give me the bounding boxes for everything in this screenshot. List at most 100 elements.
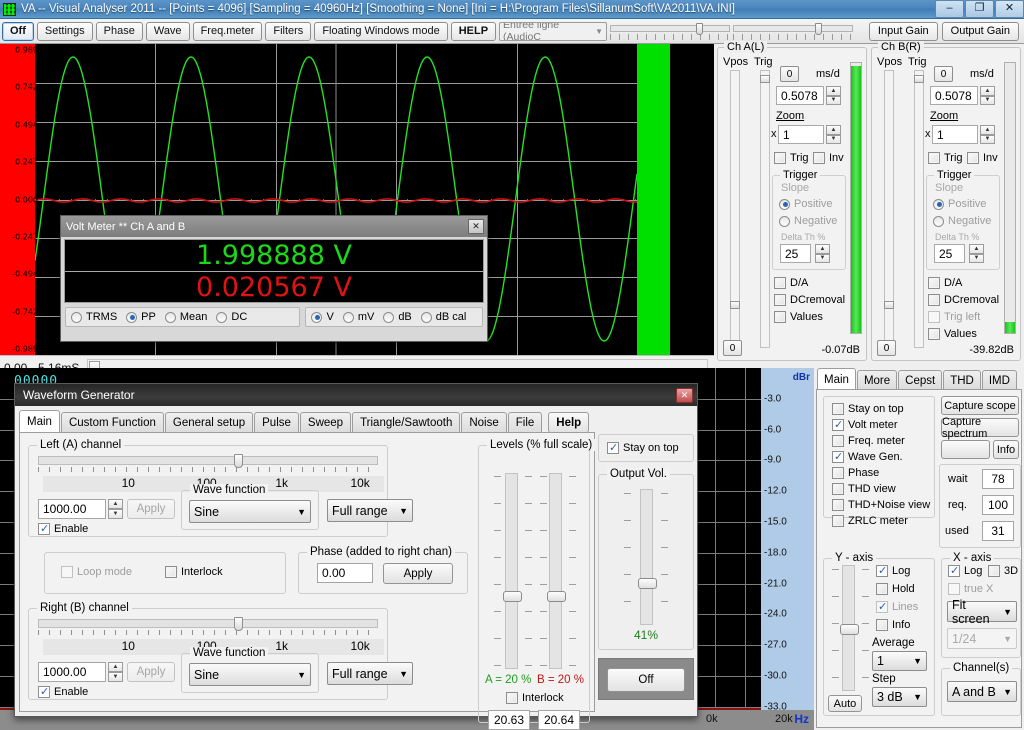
channel-a-slope-positive[interactable]: Positive xyxy=(779,198,833,210)
x-axis-truex-checkbox[interactable]: true X xyxy=(948,583,993,595)
slider-thumb[interactable] xyxy=(637,578,657,590)
slider-thumb[interactable] xyxy=(914,75,924,83)
tab-more[interactable]: More xyxy=(856,370,898,390)
help-button[interactable]: HELP xyxy=(450,21,497,41)
check-freq-meter[interactable]: Freq. meter xyxy=(832,435,905,447)
tab-imd[interactable]: IMD xyxy=(981,370,1017,390)
channel-b-vpos-slider[interactable] xyxy=(884,70,894,348)
loop-mode-checkbox[interactable]: Loop mode xyxy=(61,566,132,578)
spinner-down-icon[interactable]: ▼ xyxy=(815,253,830,263)
tab-noise[interactable]: Noise xyxy=(461,412,507,433)
y-axis-slider[interactable] xyxy=(840,565,859,691)
spinner-down-icon[interactable]: ▼ xyxy=(826,95,841,105)
level-b-slider[interactable] xyxy=(547,473,566,669)
voltmeter-unit-db[interactable]: dB xyxy=(383,311,412,323)
slider-thumb[interactable] xyxy=(815,22,823,35)
spinner-up-icon[interactable]: ▲ xyxy=(980,125,995,135)
levels-interlock-checkbox[interactable]: Interlock xyxy=(506,692,564,704)
spinner-up-icon[interactable]: ▲ xyxy=(969,244,984,254)
slider-thumb[interactable] xyxy=(840,624,859,635)
channel-a-trig-slider[interactable] xyxy=(760,70,770,348)
tab-triangle-sawtooth[interactable]: Triangle/Sawtooth xyxy=(352,412,461,433)
channel-a-delta-spinner[interactable]: ▲ ▼ xyxy=(815,244,830,263)
spinner-down-icon[interactable]: ▼ xyxy=(108,672,123,682)
voltmeter-close-icon[interactable]: ✕ xyxy=(468,219,484,234)
channel-a-slope-negative[interactable]: Negative xyxy=(779,215,837,227)
channel-b-zero-button[interactable]: 0 xyxy=(934,66,953,82)
spinner-up-icon[interactable]: ▲ xyxy=(108,662,123,672)
voltmeter-mode-pp[interactable]: PP xyxy=(126,311,156,323)
channel-a-msd-spinner[interactable]: ▲ ▼ xyxy=(826,86,841,105)
phase-apply-button[interactable]: Apply xyxy=(383,563,453,584)
req-value[interactable]: 100 xyxy=(982,495,1014,515)
wavegen-help-button[interactable]: Help xyxy=(548,412,590,433)
phase-input[interactable]: 0.00 xyxy=(317,563,373,583)
slider-thumb[interactable] xyxy=(760,75,770,83)
level-a-input[interactable]: 20.63 xyxy=(488,710,530,730)
channel-b-delta-value[interactable]: 25 xyxy=(934,244,965,263)
voltmeter-mode-trms[interactable]: TRMS xyxy=(71,311,117,323)
spinner-up-icon[interactable]: ▲ xyxy=(815,244,830,254)
tab-file[interactable]: File xyxy=(507,412,543,433)
y-axis-auto-button[interactable]: Auto xyxy=(828,695,862,712)
average-select[interactable]: 1 ▼ xyxy=(872,651,927,671)
spinner-up-icon[interactable]: ▲ xyxy=(826,125,841,135)
floating-windows-button[interactable]: Floating Windows mode xyxy=(314,21,448,41)
slider-thumb[interactable] xyxy=(547,590,566,602)
voltmeter-mode-dc[interactable]: DC xyxy=(216,311,247,323)
blank-button[interactable] xyxy=(941,440,990,459)
channel-b-inv-checkbox[interactable]: Inv xyxy=(967,152,998,164)
channel-a-vpos-slider[interactable] xyxy=(730,70,740,348)
channel-b-dcremoval-checkbox[interactable]: DCremoval xyxy=(928,294,999,306)
channel-a-values-checkbox[interactable]: Values xyxy=(774,311,823,323)
channel-a-zoom-value[interactable]: 1 xyxy=(778,125,824,144)
left-wave-function-select[interactable]: Sine ▼ xyxy=(189,500,311,523)
wave-button[interactable]: Wave xyxy=(145,21,190,41)
channel-a-da-checkbox[interactable]: D/A xyxy=(774,277,808,289)
slider-thumb[interactable] xyxy=(696,22,704,35)
wavegen-close-icon[interactable]: ✕ xyxy=(676,387,693,403)
step-select[interactable]: 3 dB ▼ xyxy=(872,687,927,707)
spinner-down-icon[interactable]: ▼ xyxy=(108,509,123,519)
x-axis-log-checkbox[interactable]: Log xyxy=(948,564,982,577)
level-a-slider[interactable] xyxy=(503,473,522,669)
minimize-icon[interactable]: – xyxy=(935,0,964,18)
wavegen-off-button[interactable]: Off xyxy=(606,668,685,692)
channel-a-bottom-zero-button[interactable]: 0 xyxy=(723,340,742,356)
channel-b-msd-value[interactable]: 0.5078 xyxy=(930,86,978,105)
channel-a-delta-value[interactable]: 25 xyxy=(780,244,811,263)
x-axis-3d-checkbox[interactable]: 3D xyxy=(988,565,1018,577)
slider-thumb[interactable] xyxy=(503,590,522,602)
wait-value[interactable]: 78 xyxy=(982,469,1014,489)
channel-b-bottom-zero-button[interactable]: 0 xyxy=(877,340,896,356)
waveform-generator-window[interactable]: Waveform Generator ✕ Main Custom Functio… xyxy=(14,383,698,730)
capture-spectrum-button[interactable]: Capture spectrum xyxy=(941,416,1019,440)
check-zrlc-meter[interactable]: ZRLC meter xyxy=(832,515,908,527)
wavegen-stay-on-top-checkbox[interactable]: Stay on top xyxy=(606,441,679,454)
settings-button[interactable]: Settings xyxy=(36,21,93,41)
info-button[interactable]: Info xyxy=(993,440,1019,459)
channel-a-msd-value[interactable]: 0.5078 xyxy=(776,86,824,105)
check-thd-noise-view[interactable]: THD+Noise view xyxy=(832,499,930,511)
check-volt-meter[interactable]: Volt meter xyxy=(832,418,898,431)
right-range-select[interactable]: Full range ▼ xyxy=(327,662,413,685)
spinner-down-icon[interactable]: ▼ xyxy=(969,253,984,263)
volt-meter-window[interactable]: Volt Meter ** Ch A and B ✕ 1.998888 V 0.… xyxy=(60,215,488,342)
right-wave-function-select[interactable]: Sine ▼ xyxy=(189,663,311,686)
channel-b-trig-slider[interactable] xyxy=(914,70,924,348)
input-gain-slider-a[interactable] xyxy=(610,22,731,41)
slider-thumb[interactable] xyxy=(234,617,243,631)
channel-b-slope-negative[interactable]: Negative xyxy=(933,215,991,227)
channel-b-zoom-spinner[interactable]: ▲ ▼ xyxy=(980,125,995,144)
tab-main[interactable]: Main xyxy=(19,410,60,433)
level-b-input[interactable]: 20.64 xyxy=(538,710,580,730)
slider-thumb[interactable] xyxy=(884,301,894,309)
y-axis-info-checkbox[interactable]: Info xyxy=(876,619,910,631)
tab-sweep[interactable]: Sweep xyxy=(299,412,352,433)
spinner-up-icon[interactable]: ▲ xyxy=(108,499,123,509)
tab-main[interactable]: Main xyxy=(817,368,856,390)
check-wave-gen[interactable]: Wave Gen. xyxy=(832,450,903,463)
phase-button[interactable]: Phase xyxy=(95,21,143,41)
spinner-down-icon[interactable]: ▼ xyxy=(980,95,995,105)
y-axis-log-checkbox[interactable]: Log xyxy=(876,564,910,577)
